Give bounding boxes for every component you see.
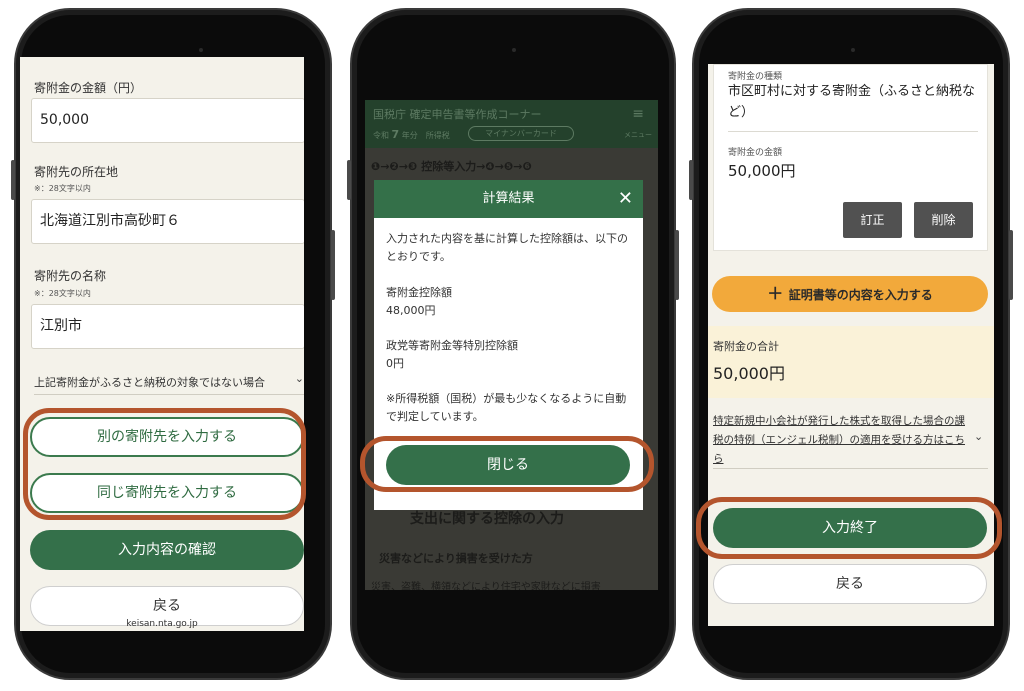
donation-card: 寄附金の種類 市区町村に対する寄附金（ふるさと納税など） 寄附金の金額 50,0… <box>713 64 988 251</box>
modal-header: 計算結果 ✕ <box>374 180 643 218</box>
name-field[interactable]: 江別市 <box>31 304 304 349</box>
total-value: 50,000円 <box>713 364 785 383</box>
menu-label: メニュー <box>624 131 652 139</box>
donation-deduction-value: 48,000円 <box>386 304 436 317</box>
address-field[interactable]: 北海道江別市高砂町６ <box>31 199 304 244</box>
screen-calc-result: 国税庁 確定申告書等作成コーナー 令和 7 年分 所得税 マイナンバーカード ≡… <box>365 100 658 590</box>
donation-deduction-label: 寄附金控除額 <box>386 286 452 299</box>
confirm-input-button[interactable]: 入力内容の確認 <box>30 530 304 570</box>
site-title: 国税庁 確定申告書等作成コーナー <box>373 108 542 121</box>
political-deduction-value: 0円 <box>386 357 404 370</box>
site-header: 国税庁 確定申告書等作成コーナー 令和 7 年分 所得税 マイナンバーカード ≡… <box>365 100 658 148</box>
type-value: 市区町村に対する寄附金（ふるさと納税など） <box>728 84 976 120</box>
year-label: 令和 7 年分 所得税 <box>373 128 450 141</box>
edit-button[interactable]: 訂正 <box>843 202 902 238</box>
furusato-exclusion-label: 上記寄附金がふるさと納税の対象ではない場合 <box>34 376 265 389</box>
name-note: ※：28文字以内 <box>34 289 91 298</box>
bg-section-title: 災害などにより損害を受けた方 <box>379 552 533 565</box>
amount-label: 寄附金の金額 <box>728 148 783 158</box>
delete-button[interactable]: 削除 <box>914 202 973 238</box>
close-icon[interactable]: ✕ <box>618 180 633 218</box>
furusato-exclusion-toggle[interactable]: 上記寄附金がふるさと納税の対象ではない場合 ⌄ <box>34 372 304 390</box>
plus-icon: ＋ <box>767 284 789 303</box>
add-certificate-button[interactable]: ＋ 証明書等の内容を入力する <box>712 276 988 312</box>
address-note: ※：28文字以内 <box>34 184 91 193</box>
back-button[interactable]: 戻る <box>713 564 987 604</box>
amount-value: 50,000円 <box>728 162 796 180</box>
progress-steps: ❶→❷→❸ 控除等入力→❹→❺→❻ <box>371 160 532 173</box>
menu-icon[interactable]: ≡ <box>632 106 644 122</box>
chevron-down-icon[interactable]: ⌄ <box>974 430 983 443</box>
name-label: 寄附先の名称 <box>34 269 107 283</box>
modal-intro: 入力された内容を基に計算した控除額は、以下のとおりです。 <box>386 232 628 263</box>
auto-judgement-note: ※所得税額（国税）が最も少なくなるように自動で判定しています。 <box>386 392 627 423</box>
total-box: 寄附金の合計 50,000円 <box>708 326 994 398</box>
angel-tax-link[interactable]: 特定新規中小会社が発行した株式を取得した場合の課税の特例（エンジェル税制）の適用… <box>713 412 971 469</box>
url-bar: keisan.nta.go.jp <box>126 619 198 629</box>
highlight-frame-3 <box>696 497 1002 559</box>
political-deduction-label: 政党等寄附金等特別控除額 <box>386 339 518 352</box>
bg-text: 災害、盗難、横領などにより住宅や家財などに損害 <box>371 582 601 590</box>
bg-heading: 支出に関する控除の入力 <box>410 511 564 527</box>
total-label: 寄附金の合計 <box>713 340 779 353</box>
screen-donation-input: 寄附金の金額（円） 50,000 寄附先の所在地 ※：28文字以内 北海道江別市… <box>20 57 304 631</box>
chevron-down-icon: ⌄ <box>294 372 304 385</box>
address-label: 寄附先の所在地 <box>34 165 119 179</box>
modal-title: 計算結果 <box>482 191 535 206</box>
highlight-frame-1 <box>23 408 306 520</box>
amount-field[interactable]: 50,000 <box>31 98 304 143</box>
mynumber-badge[interactable]: マイナンバーカード <box>468 126 574 141</box>
amount-label: 寄附金の金額（円） <box>34 81 143 95</box>
highlight-frame-2 <box>360 436 654 492</box>
